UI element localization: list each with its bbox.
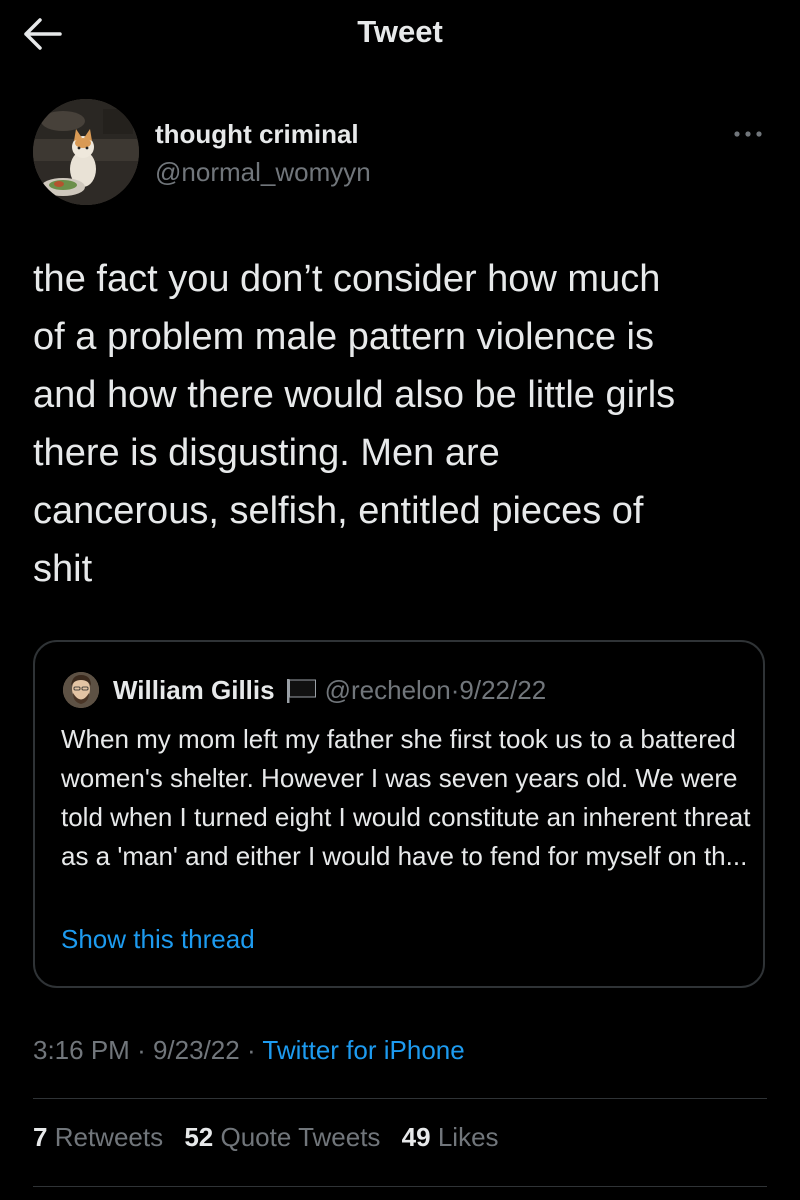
person-avatar-image [63, 672, 99, 708]
tweet-source-link[interactable]: Twitter for iPhone [262, 1035, 464, 1065]
retweets-label: Retweets [54, 1122, 164, 1152]
quoted-tweet-card[interactable]: William Gillis @rechelon·9/22/22 When my … [33, 640, 765, 988]
quote-tweets-count: 52 [184, 1122, 214, 1152]
likes-label: Likes [437, 1122, 499, 1152]
author-avatar[interactable] [33, 99, 139, 205]
retweets-stat[interactable]: 7 Retweets [33, 1122, 163, 1152]
quote-tweets-stat[interactable]: 52 Quote Tweets [184, 1122, 380, 1152]
cat-avatar-image [33, 99, 139, 205]
likes-count: 49 [401, 1122, 431, 1152]
quote-tweets-label: Quote Tweets [220, 1122, 381, 1152]
separator-dot: · [246, 1035, 256, 1065]
likes-stat[interactable]: 49 Likes [402, 1122, 499, 1152]
quoted-author-name[interactable]: William Gillis [113, 675, 275, 705]
quoted-tweet-header: William Gillis @rechelon·9/22/22 [113, 672, 546, 712]
author-name[interactable]: thought criminal [155, 119, 359, 150]
page-title: Tweet [357, 14, 443, 49]
tweet-time: 3:16 PM [33, 1035, 130, 1065]
divider [33, 1186, 767, 1187]
show-thread-link[interactable]: Show this thread [61, 924, 255, 955]
black-flag-icon [285, 676, 319, 712]
retweets-count: 7 [33, 1122, 48, 1152]
quoted-author-avatar[interactable] [63, 672, 99, 708]
quoted-tweet-date: 9/22/22 [459, 675, 547, 705]
tweet-date: 9/23/22 [152, 1035, 240, 1065]
quoted-author-handle[interactable]: @rechelon [325, 675, 451, 705]
more-horizontal-icon [734, 131, 762, 137]
separator-dot: · [137, 1035, 146, 1065]
engagement-stats: 7 Retweets 52 Quote Tweets 49 Likes [33, 1122, 513, 1153]
tweet-detail-screen: Tweet thought criminal @normal_womyyn th… [0, 0, 800, 1200]
tweet-text: the fact you don’t consider how much of … [33, 258, 676, 590]
author-handle[interactable]: @normal_womyyn [155, 157, 371, 188]
more-options-button[interactable] [728, 122, 768, 146]
quoted-tweet-text: When my mom left my father she first too… [61, 724, 751, 871]
top-bar: Tweet [0, 0, 800, 68]
divider [33, 1098, 767, 1099]
tweet-metadata: 3:16 PM · 9/23/22 · Twitter for iPhone [33, 1035, 465, 1066]
